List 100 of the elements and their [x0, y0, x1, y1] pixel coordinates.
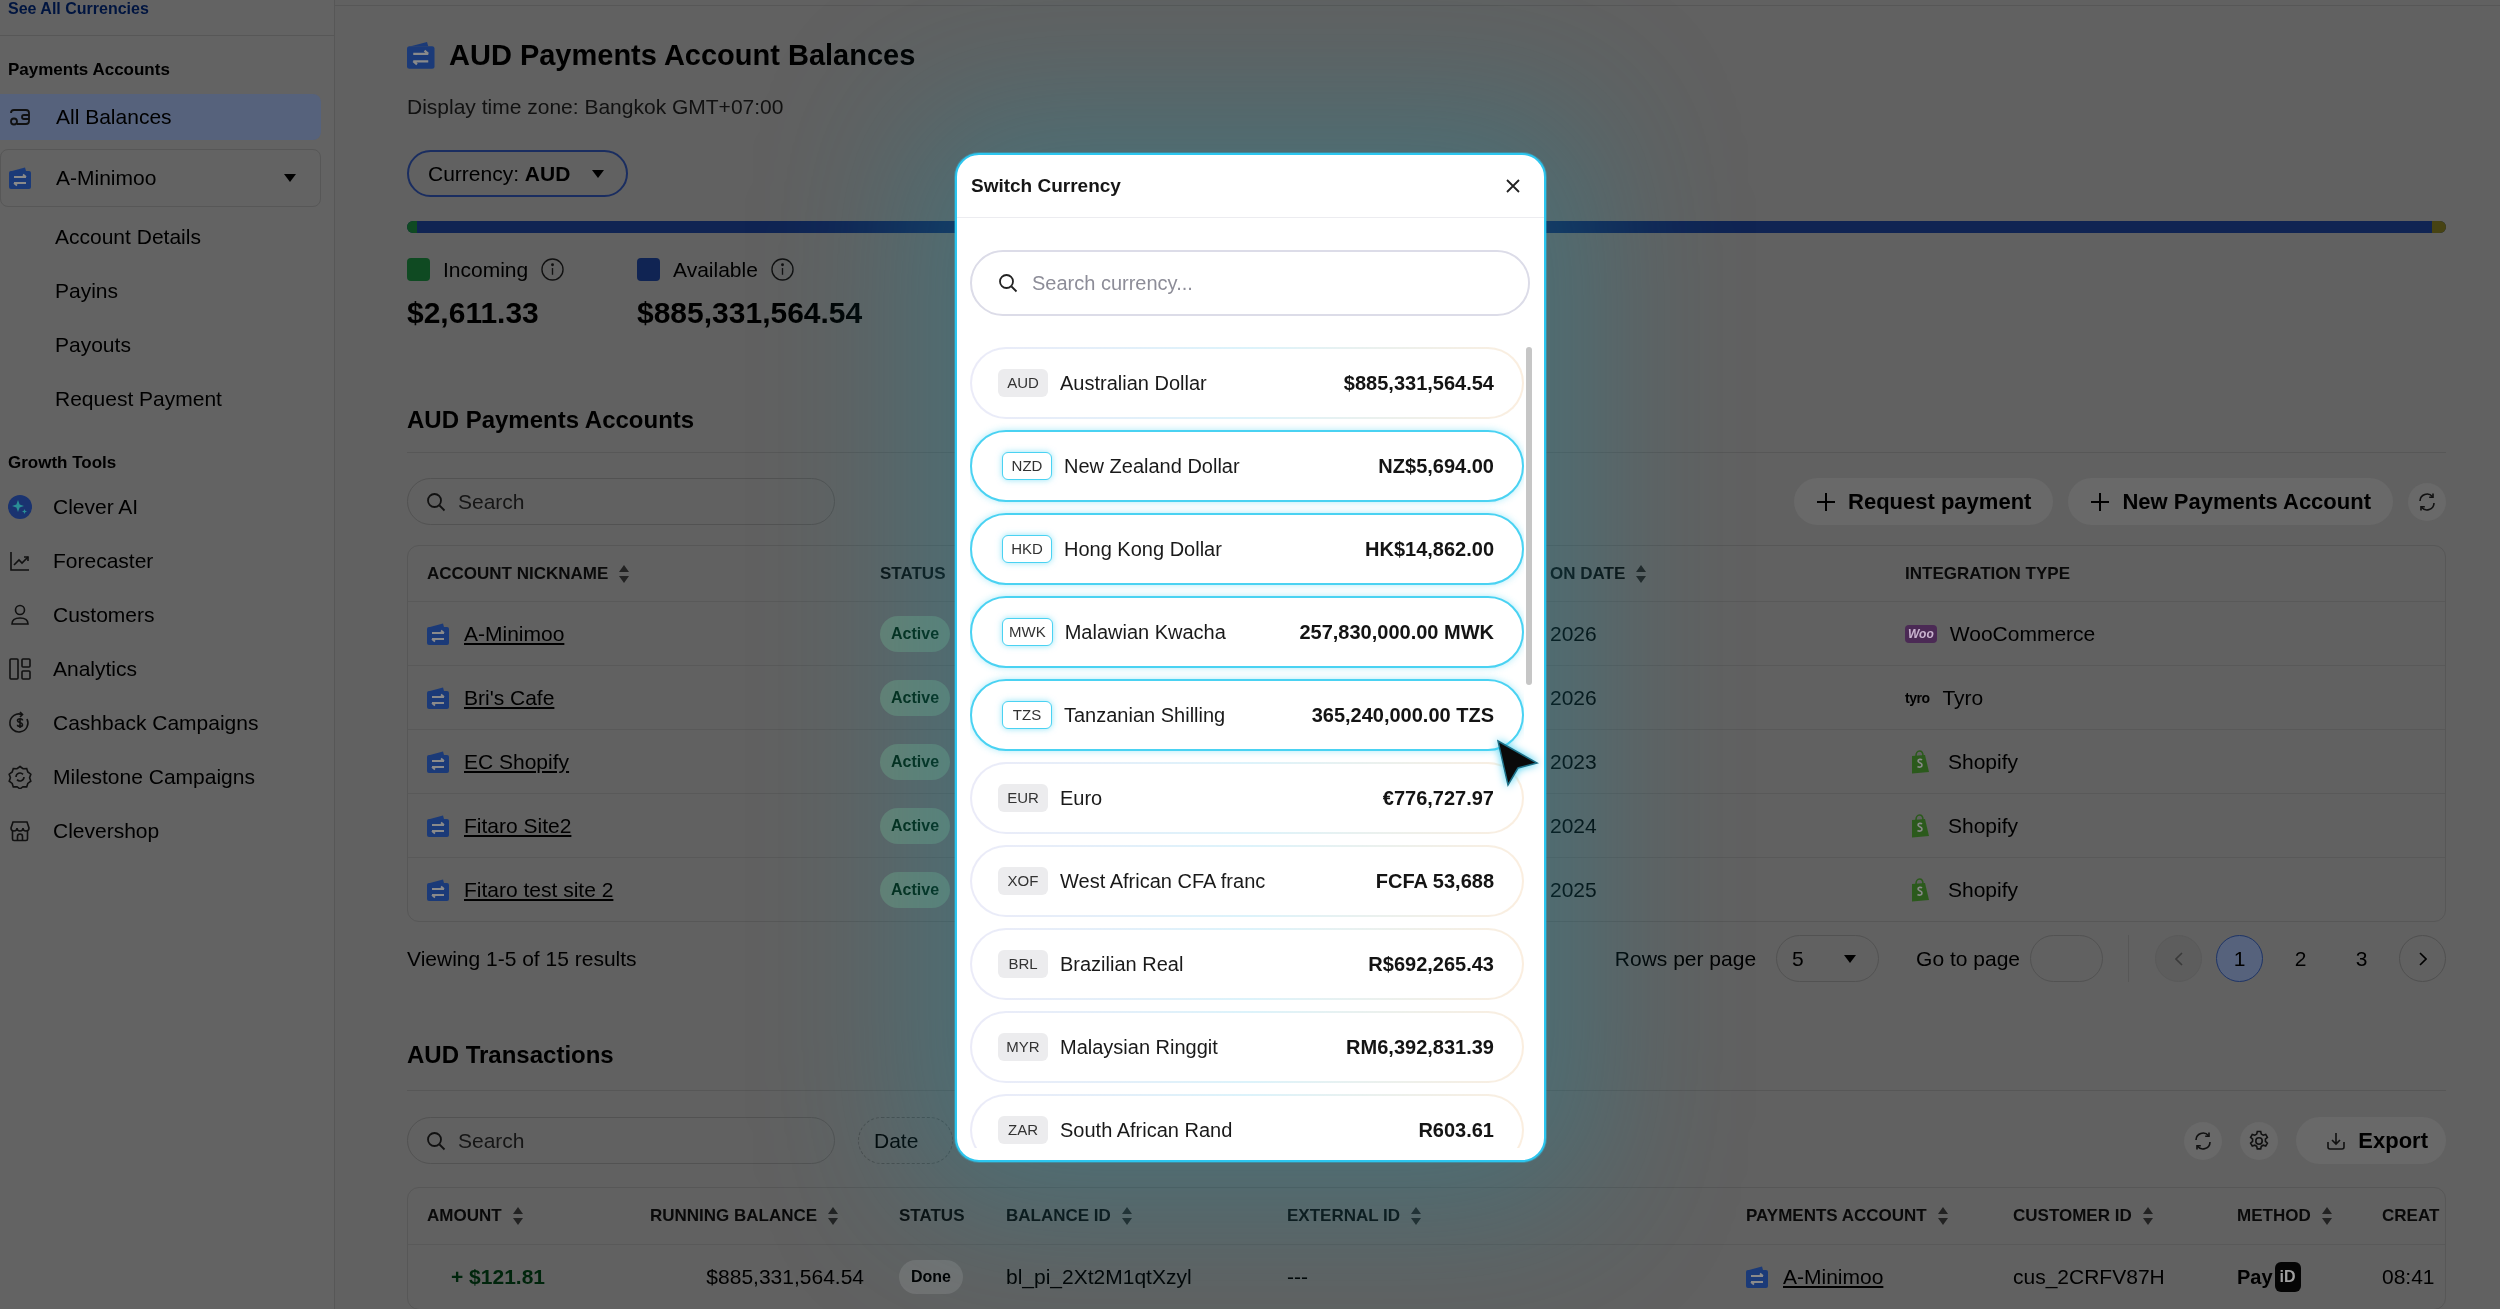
- currency-option[interactable]: NZD New Zealand Dollar NZ$5,694.00: [970, 430, 1524, 502]
- currency-amount: NZ$5,694.00: [1378, 454, 1494, 478]
- sidebar-item[interactable]: All Balances: [0, 94, 321, 140]
- date-cell: 2024: [1550, 813, 1597, 837]
- transfer-wallet-icon: [427, 686, 451, 709]
- sortable-column-header[interactable]: PAYMENTS ACCOUNT: [1746, 1206, 1949, 1226]
- running-balance-cell: $885,331,564.54: [706, 1265, 864, 1289]
- storefront-icon: [8, 819, 32, 843]
- sidebar-item[interactable]: Milestone Campaigns: [0, 750, 321, 804]
- search-field[interactable]: Search: [407, 478, 835, 525]
- mouse-pointer-icon: [1495, 738, 1539, 788]
- sort-icon: [1635, 563, 1648, 584]
- currency-option[interactable]: XOF West African CFA franc FCFA 53,688: [970, 845, 1524, 917]
- currency-amount: $885,331,564.54: [1343, 371, 1494, 395]
- sidebar-item[interactable]: Clever AI: [0, 480, 321, 534]
- account-link[interactable]: Fitaro test site 2: [464, 877, 614, 902]
- sortable-column-header[interactable]: ON DATE: [1550, 563, 1648, 584]
- sortable-column-header[interactable]: RUNNING BALANCE: [650, 1206, 840, 1226]
- sort-icon: [1410, 1206, 1423, 1226]
- column-header: CREAT: [2382, 1206, 2440, 1226]
- sidebar-item[interactable]: Cashback Campaigns: [0, 696, 321, 750]
- currency-code-tag: MYR: [998, 1033, 1048, 1061]
- sidebar-subitem[interactable]: Payouts: [0, 318, 321, 372]
- sidebar-item[interactable]: Analytics: [0, 642, 321, 696]
- currency-option[interactable]: EUR Euro €776,727.97: [970, 762, 1524, 834]
- account-link[interactable]: A-Minimoo: [1783, 1265, 1884, 1289]
- transfer-wallet-icon: [427, 814, 451, 837]
- page-title: AUD Payments Account Balances: [449, 38, 916, 72]
- legend-label: Available: [673, 258, 758, 281]
- refresh-button[interactable]: [2408, 482, 2446, 521]
- sidebar-subitem[interactable]: Account Details: [0, 210, 321, 264]
- action-button[interactable]: New Payments Account: [2068, 478, 2393, 525]
- sort-icon: [827, 1206, 840, 1226]
- sidebar-item[interactable]: Clevershop: [0, 804, 321, 858]
- sortable-column-header[interactable]: EXTERNAL ID: [1287, 1206, 1423, 1226]
- page-button[interactable]: 3: [2338, 935, 2385, 982]
- currency-amount: RM6,392,831.39: [1346, 1035, 1494, 1059]
- currency-option[interactable]: MWK Malawian Kwacha 257,830,000.00 MWK: [970, 596, 1524, 668]
- currency-name: Malawian Kwacha: [1064, 620, 1226, 644]
- currency-option[interactable]: AUD Australian Dollar $885,331,564.54: [970, 347, 1524, 419]
- section-heading: Growth Tools: [8, 453, 117, 473]
- account-link[interactable]: Fitaro Site2: [464, 813, 572, 838]
- search-field[interactable]: Search: [407, 1117, 835, 1164]
- currency-name: Malaysian Ringgit: [1060, 1035, 1218, 1059]
- info-icon[interactable]: [770, 258, 794, 281]
- plus-icon: [2090, 491, 2111, 512]
- account-link[interactable]: A-Minimoo: [464, 621, 565, 646]
- person-icon: [8, 603, 32, 627]
- account-link[interactable]: Bri's Cafe: [464, 685, 555, 710]
- currency-code-tag: BRL: [998, 950, 1048, 978]
- currency-code-tag: XOF: [998, 867, 1048, 895]
- currency-option[interactable]: BRL Brazilian Real R$692,265.43: [970, 928, 1524, 1000]
- action-button[interactable]: Request payment: [1794, 478, 2054, 525]
- currency-option[interactable]: TZS Tanzanian Shilling 365,240,000.00 TZS: [970, 679, 1524, 751]
- status-tag: Active: [880, 615, 951, 652]
- currency-name: Tanzanian Shilling: [1064, 703, 1226, 727]
- created-time-cell: 08:41: [2382, 1265, 2435, 1288]
- sort-icon: [2320, 1206, 2333, 1226]
- currency-amount: HK$14,862.00: [1365, 537, 1494, 561]
- sidebar-subitem[interactable]: Request Payment: [0, 372, 321, 426]
- sortable-column-header[interactable]: METHOD: [2237, 1206, 2333, 1226]
- scrollbar[interactable]: [1526, 347, 1532, 685]
- currency-amount: 365,240,000.00 TZS: [1311, 703, 1494, 727]
- sidebar-item[interactable]: Forecaster: [0, 534, 321, 588]
- chevron-left-icon: [2174, 951, 2183, 966]
- transfer-wallet-icon: [427, 878, 451, 901]
- transfer-wallet-icon: [407, 41, 437, 69]
- currency-option[interactable]: MYR Malaysian Ringgit RM6,392,831.39: [970, 1011, 1524, 1083]
- bubble-logo: Woo: [1905, 624, 1937, 643]
- currency-code-tag: ZAR: [998, 1116, 1048, 1144]
- export-button[interactable]: Export: [2296, 1117, 2446, 1164]
- currency-dropdown[interactable]: Currency: AUD: [407, 150, 629, 197]
- info-icon[interactable]: [541, 258, 565, 281]
- sortable-column-header[interactable]: BALANCE ID: [1006, 1206, 1133, 1226]
- status-tag: Active: [880, 871, 951, 908]
- shopping-bag-icon: [1909, 877, 1931, 902]
- sortable-column-header[interactable]: AMOUNT: [427, 1206, 524, 1226]
- currency-amount: R603.61: [1418, 1118, 1494, 1142]
- dashboard-icon: [8, 657, 32, 681]
- currency-option[interactable]: ZAR South African Rand R603.61: [970, 1094, 1524, 1148]
- page-button[interactable]: 2: [2277, 935, 2324, 982]
- sortable-column-header[interactable]: CUSTOMER ID: [2013, 1206, 2154, 1226]
- currency-code-tag: NZD: [1002, 452, 1052, 480]
- integration-type: Shopify: [1948, 813, 2019, 838]
- sortable-column-header[interactable]: ACCOUNT NICKNAME: [427, 563, 631, 584]
- balance-id-cell: bl_pi_2Xt2M1qtXzyl: [1006, 1265, 1192, 1288]
- sidebar-subitem[interactable]: Payins: [0, 264, 321, 318]
- currency-code-tag: HKD: [1002, 535, 1052, 563]
- see-all-currencies-link[interactable]: See All Currencies: [8, 0, 149, 18]
- sidebar-item[interactable]: Customers: [0, 588, 321, 642]
- account-dropdown[interactable]: A-Minimoo: [0, 149, 321, 207]
- currency-name: West African CFA franc: [1060, 869, 1266, 893]
- currency-option[interactable]: HKD Hong Kong Dollar HK$14,862.00: [970, 513, 1524, 585]
- status-tag: Active: [880, 679, 951, 716]
- page-button[interactable]: 1: [2216, 935, 2263, 982]
- account-link[interactable]: EC Shopify: [464, 749, 570, 774]
- customer-id-cell: cus_2CRFV87H: [2013, 1265, 2165, 1288]
- close-icon[interactable]: [1506, 179, 1520, 193]
- refresh-icon: [2193, 1130, 2214, 1151]
- dialog-title: Switch Currency: [971, 175, 1121, 197]
